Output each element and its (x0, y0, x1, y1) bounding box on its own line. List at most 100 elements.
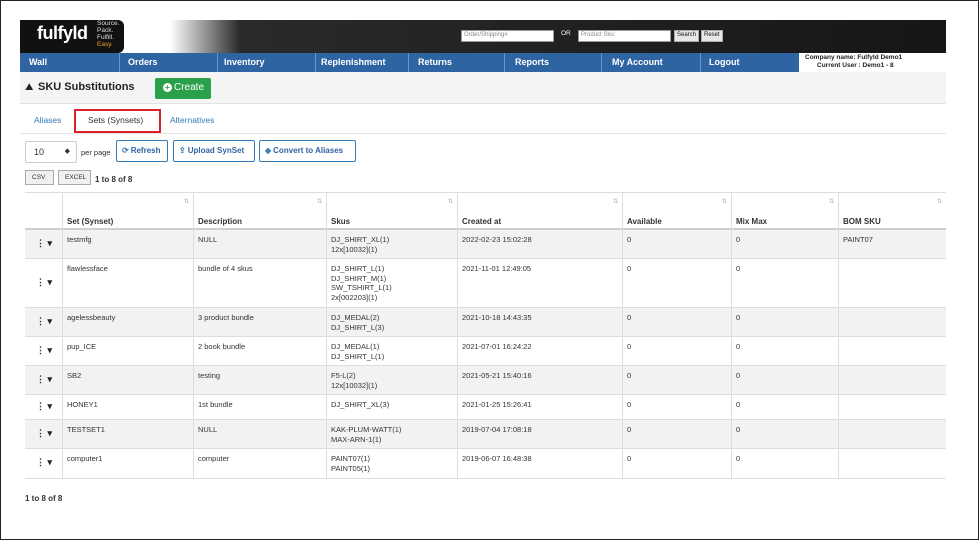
row-actions-menu-icon[interactable]: ⋮ ▾ (29, 277, 52, 287)
skus-cell: DJ_MEDAL(1) DJ_SHIRT_L(1) (326, 337, 457, 365)
col-available[interactable]: Available ⇅ (622, 193, 731, 230)
logo-wordmark: fulfyld (37, 23, 88, 43)
table-row: ⋮ ▾ agelessbeauty 3 product bundle DJ_MEDAL… (25, 308, 946, 337)
create-button[interactable]: + Create (155, 78, 211, 99)
sort-icon: ⇅ (828, 199, 834, 205)
column-label: Skus (331, 217, 351, 226)
nav-logout[interactable]: Logout (701, 53, 799, 72)
brand-logo[interactable]: fulfyld Source. Pack. Fulfill. Easy. (20, 20, 124, 53)
page-size-select[interactable]: 10 ◆ (25, 141, 77, 163)
row-actions-menu-icon[interactable]: ⋮ ▾ (29, 457, 52, 467)
bom-sku-cell (838, 420, 946, 448)
tagline-line: Fulfill. (97, 34, 114, 41)
description-cell: 3 product bundle (193, 308, 326, 336)
upload-synset-button[interactable]: ⇪ Upload SynSet (173, 140, 255, 162)
convert-icon: ◈ (265, 146, 272, 155)
description-cell: computer (193, 449, 326, 478)
description-cell: 1st bundle (193, 395, 326, 419)
row-actions-cell: ⋮ ▾ (25, 395, 62, 419)
current-user: Current User : Demo1 - 8 (817, 61, 894, 69)
created-cell: 2021-01-25 15:26:41 (457, 395, 622, 419)
tab-alternatives[interactable]: Alternatives (170, 115, 214, 125)
upload-icon: ⇪ (179, 146, 186, 155)
csv-button[interactable]: CSV (25, 170, 54, 185)
col-actions (25, 193, 62, 230)
column-label: Created at (462, 217, 502, 226)
sku-search-input[interactable]: Product Sku: (578, 30, 671, 42)
row-actions-menu-icon[interactable]: ⋮ ▾ (29, 316, 52, 326)
col-mixmax[interactable]: Mix Max ⇅ (731, 193, 838, 230)
sort-icon: ⇅ (721, 199, 727, 205)
sitemap-icon: ⛰ (25, 82, 34, 93)
set-cell: agelessbeauty (62, 308, 193, 336)
description-cell: NULL (193, 420, 326, 448)
description-cell: 2 book bundle (193, 337, 326, 365)
nav-my-account[interactable]: My Account (602, 53, 701, 72)
company-info: Company name: Fulfyld Demo1 Current User… (799, 53, 946, 72)
row-actions-menu-icon[interactable]: ⋮ ▾ (29, 374, 52, 384)
nav-replenishment[interactable]: Replenishment (316, 53, 409, 72)
convert-to-aliases-button[interactable]: ◈ Convert to Aliases (259, 140, 356, 162)
col-set[interactable]: Set (Synset) ⇅ (62, 193, 193, 230)
reset-button[interactable]: Reset (701, 30, 723, 42)
sku-line: SW_TSHIRT_L(1) (331, 283, 392, 292)
tagline-line: Easy. (97, 41, 113, 48)
sort-icon: ⇅ (447, 199, 453, 205)
skus-cell: PAINT07(1) PAINT05(1) (326, 449, 457, 478)
sku-line: 12x[10032](1) (331, 244, 378, 254)
col-bom-sku[interactable]: BOM SKU ⇅ (838, 193, 946, 230)
col-created[interactable]: Created at ⇅ (457, 193, 622, 230)
set-cell: computer1 (62, 449, 193, 478)
skus-cell: DJ_MEDAL(2) DJ_SHIRT_L(3) (326, 308, 457, 336)
table-row: ⋮ ▾ testmfg NULL DJ_SHIRT_XL(1) 12x[10032](1… (25, 230, 946, 259)
available-cell: 0 (622, 366, 731, 394)
or-label: OR (561, 30, 571, 37)
refresh-button[interactable]: ⟳ Refresh (116, 140, 168, 162)
sku-line: 2x[002203](1) (331, 292, 378, 302)
col-skus[interactable]: Skus ⇅ (326, 193, 457, 230)
logo-tagline: Source. Pack. Fulfill. Easy. (97, 20, 119, 48)
nav-wall[interactable]: Wall (20, 53, 120, 72)
tab-aliases[interactable]: Aliases (34, 115, 61, 125)
nav-reports[interactable]: Reports (505, 53, 602, 72)
available-cell: 0 (622, 230, 731, 258)
sort-desc-icon: ⇅ (612, 199, 618, 205)
created-cell: 2019-06-07 16:48:38 (457, 449, 622, 478)
created-cell: 2021-05-21 15:40:16 (457, 366, 622, 394)
mixmax-cell: 0 (731, 449, 838, 478)
screenshot-frame: fulfyld Source. Pack. Fulfill. Easy. Ord… (0, 0, 979, 540)
row-actions-menu-icon[interactable]: ⋮ ▾ (29, 401, 52, 411)
created-cell: 2021-07-01 16:24:22 (457, 337, 622, 365)
skus-cell: KAK-PLUM-WATT(1) MAX-ARN-1(1) (326, 420, 457, 448)
mixmax-cell: 0 (731, 395, 838, 419)
app-window: fulfyld Source. Pack. Fulfill. Easy. Ord… (20, 20, 946, 520)
updown-icon: ◆ (64, 148, 70, 155)
sku-line: DJ_SHIRT_L(3) (331, 322, 385, 332)
mixmax-cell: 0 (731, 308, 838, 336)
bom-sku-cell (838, 395, 946, 419)
sort-icon: ⇅ (183, 199, 189, 205)
excel-button[interactable]: EXCEL (58, 170, 91, 185)
order-search-input[interactable]: Order/Shipping# (461, 30, 554, 42)
sku-line: 12x[10032](1) (331, 380, 378, 390)
nav-returns[interactable]: Returns (409, 53, 505, 72)
table-body: ⋮ ▾ testmfg NULL DJ_SHIRT_XL(1) 12x[10032](1… (25, 230, 946, 479)
mixmax-cell: 0 (731, 420, 838, 448)
available-cell: 0 (622, 259, 731, 307)
description-cell: testing (193, 366, 326, 394)
col-description[interactable]: Description ⇅ (193, 193, 326, 230)
row-actions-menu-icon[interactable]: ⋮ ▾ (29, 428, 52, 438)
skus-cell: F5-L(2) 12x[10032](1) (326, 366, 457, 394)
nav-inventory[interactable]: Inventory (218, 53, 316, 72)
row-actions-menu-icon[interactable]: ⋮ ▾ (29, 345, 52, 355)
available-cell: 0 (622, 308, 731, 336)
search-button[interactable]: Search (674, 30, 700, 42)
set-cell: testmfg (62, 230, 193, 258)
sku-line: DJ_MEDAL(1) (331, 342, 380, 351)
nav-orders[interactable]: Orders (120, 53, 218, 72)
row-actions-cell: ⋮ ▾ (25, 449, 62, 478)
set-cell: pup_ICE (62, 337, 193, 365)
row-actions-menu-icon[interactable]: ⋮ ▾ (29, 238, 52, 248)
available-cell: 0 (622, 395, 731, 419)
mixmax-cell: 0 (731, 337, 838, 365)
